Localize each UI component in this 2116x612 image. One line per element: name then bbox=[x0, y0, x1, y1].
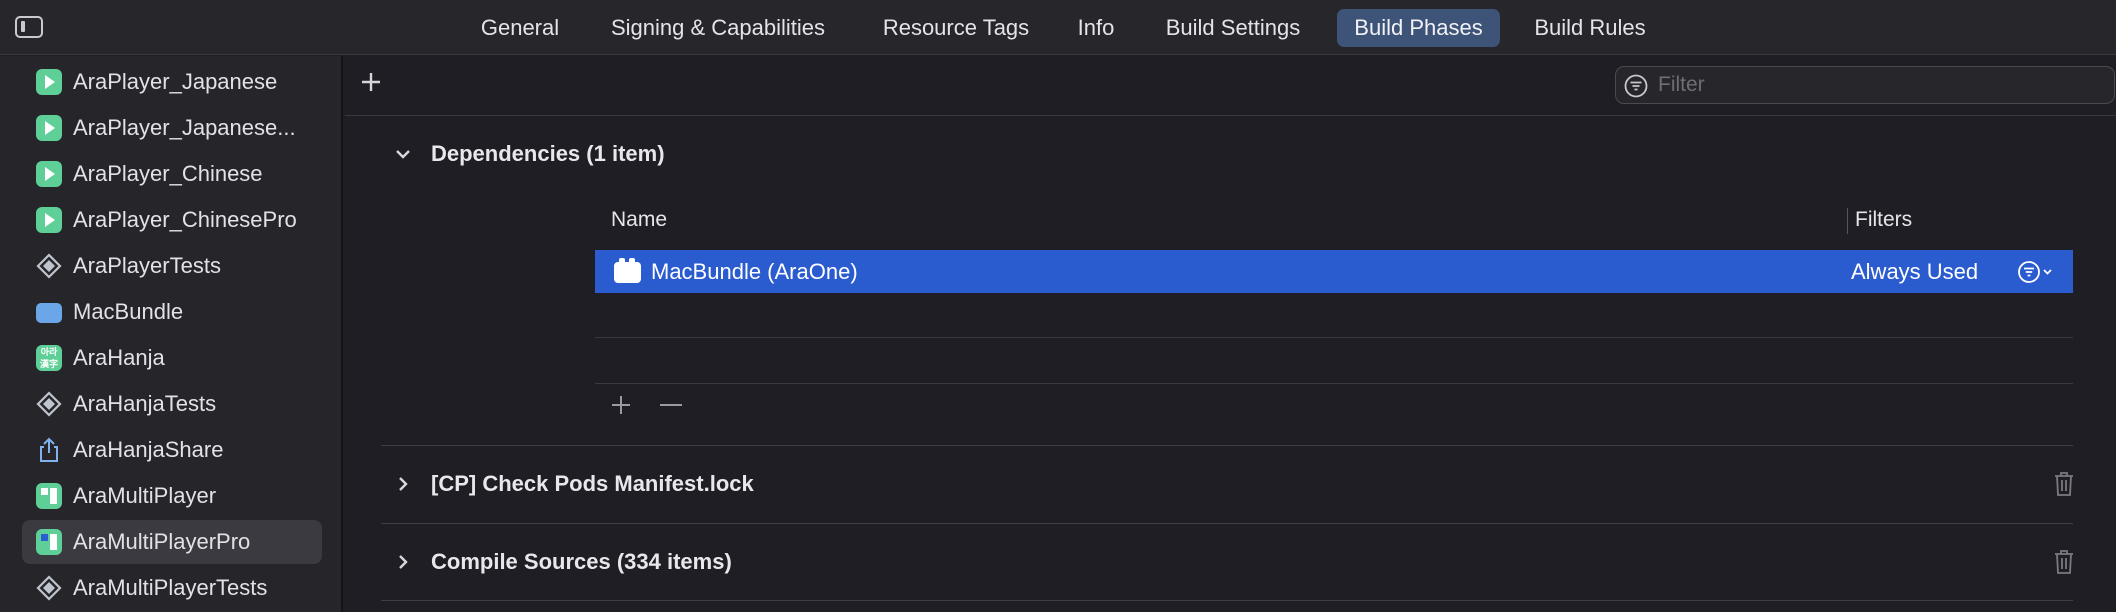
sidebar-item-aramultiplayertests[interactable]: AraMultiPlayerTests bbox=[22, 566, 322, 610]
test-icon bbox=[36, 253, 62, 279]
app-icon bbox=[36, 161, 62, 187]
sidebar-item-label: AraMultiPlayerTests bbox=[73, 575, 268, 600]
column-separator bbox=[1847, 208, 1848, 234]
chevron-right-icon[interactable] bbox=[393, 474, 413, 494]
app-icon bbox=[36, 115, 62, 141]
dependencies-section-title[interactable]: Dependencies (1 item) bbox=[431, 141, 665, 167]
column-header-name[interactable]: Name bbox=[611, 208, 667, 232]
sidebar-item-label: AraMultiPlayer bbox=[73, 483, 217, 508]
section-divider bbox=[381, 600, 2073, 601]
trash-icon[interactable] bbox=[2053, 471, 2075, 497]
add-dependency-button[interactable] bbox=[609, 393, 633, 417]
section-divider bbox=[381, 445, 2073, 446]
remove-dependency-button[interactable] bbox=[660, 404, 682, 406]
tab-build-settings[interactable]: Build Settings bbox=[1148, 9, 1318, 47]
sidebar-item-arahanja[interactable]: 아라 漢字 AraHanja bbox=[22, 336, 322, 380]
filter-placeholder: Filter bbox=[1658, 73, 1705, 96]
chevron-down-icon[interactable] bbox=[393, 144, 413, 164]
sidebar-item-arahanjatests[interactable]: AraHanjaTests bbox=[22, 382, 322, 426]
dependency-name: MacBundle (AraOne) bbox=[651, 259, 858, 284]
sidebar-item-label: AraHanja bbox=[73, 345, 165, 370]
tab-build-rules[interactable]: Build Rules bbox=[1520, 9, 1660, 47]
tab-info[interactable]: Info bbox=[1066, 9, 1126, 47]
multi-app-icon bbox=[36, 483, 62, 509]
filter-menu-icon[interactable] bbox=[2017, 260, 2061, 284]
bundle-icon bbox=[36, 303, 62, 323]
bundle-icon bbox=[614, 258, 641, 283]
sidebar-item-label: AraPlayer_ChinesePro bbox=[73, 207, 297, 232]
sidebar-item-araplayer-chinese[interactable]: AraPlayer_Chinese bbox=[22, 152, 322, 196]
tab-resource-tags[interactable]: Resource Tags bbox=[866, 9, 1046, 47]
sidebar-item-aramultiplayerpro[interactable]: AraMultiPlayerPro bbox=[22, 520, 322, 564]
add-phase-button[interactable] bbox=[357, 68, 385, 96]
app-icon bbox=[36, 69, 62, 95]
tab-build-phases[interactable]: Build Phases bbox=[1337, 9, 1500, 47]
sidebar-item-label: AraHanjaShare bbox=[73, 437, 224, 462]
phases-toolbar: Filter bbox=[345, 56, 2116, 116]
sidebar-item-araplayer-japanese-pro[interactable]: AraPlayer_Japanese... bbox=[22, 106, 322, 150]
sidebar-toggle-icon[interactable] bbox=[15, 16, 43, 38]
sidebar-item-araplayer-japanese[interactable]: AraPlayer_Japanese bbox=[22, 60, 322, 104]
sidebar-item-araplayertests[interactable]: AraPlayerTests bbox=[22, 244, 322, 288]
tab-general[interactable]: General bbox=[466, 9, 574, 47]
sidebar-item-macbundle[interactable]: MacBundle bbox=[22, 290, 322, 334]
table-row-divider bbox=[595, 383, 2073, 384]
sidebar-item-araplayer-chinesepro[interactable]: AraPlayer_ChinesePro bbox=[22, 198, 322, 242]
compile-sources-section-title[interactable]: Compile Sources (334 items) bbox=[431, 549, 732, 575]
column-header-filters[interactable]: Filters bbox=[1855, 208, 1912, 232]
sidebar-item-label: AraPlayer_Chinese bbox=[73, 161, 263, 186]
section-divider bbox=[381, 523, 2073, 524]
test-icon bbox=[36, 575, 62, 601]
trash-icon[interactable] bbox=[2053, 549, 2075, 575]
sidebar-item-label: AraHanjaTests bbox=[73, 391, 217, 416]
sidebar-item-label: AraPlayer_Japanese bbox=[73, 69, 278, 94]
sidebar-item-label: MacBundle bbox=[73, 299, 184, 324]
sidebar-item-label: AraPlayer_Japanese... bbox=[73, 115, 296, 140]
sidebar-item-label: AraMultiPlayerPro bbox=[73, 529, 251, 554]
table-row-divider bbox=[595, 337, 2073, 338]
dependency-filter-value: Always Used bbox=[1851, 259, 1979, 284]
hanja-app-icon: 아라 漢字 bbox=[36, 345, 62, 371]
sidebar-item-aramultiplayer[interactable]: AraMultiPlayer bbox=[22, 474, 322, 518]
app-icon bbox=[36, 207, 62, 233]
filter-icon bbox=[1624, 74, 1648, 98]
build-phases-editor: Filter bbox=[345, 56, 2116, 612]
share-extension-icon bbox=[40, 437, 58, 462]
editor-tab-bar: General Signing & Capabilities Resource … bbox=[0, 0, 2116, 55]
sidebar-item-label: AraPlayerTests bbox=[73, 253, 221, 278]
sidebar-item-arahanjashare[interactable]: AraHanjaShare bbox=[22, 428, 322, 472]
test-icon bbox=[36, 391, 62, 417]
multi-app-icon bbox=[36, 529, 62, 555]
tab-signing-capabilities[interactable]: Signing & Capabilities bbox=[594, 9, 842, 47]
check-pods-section-title[interactable]: [CP] Check Pods Manifest.lock bbox=[431, 471, 754, 497]
chevron-right-icon[interactable] bbox=[393, 552, 413, 572]
dependency-row[interactable]: MacBundle (AraOne) Always Used bbox=[595, 250, 2073, 293]
filter-field[interactable]: Filter bbox=[1615, 66, 2115, 104]
targets-sidebar: AraPlayer_Japanese AraPlayer_Japanese...… bbox=[0, 56, 343, 612]
